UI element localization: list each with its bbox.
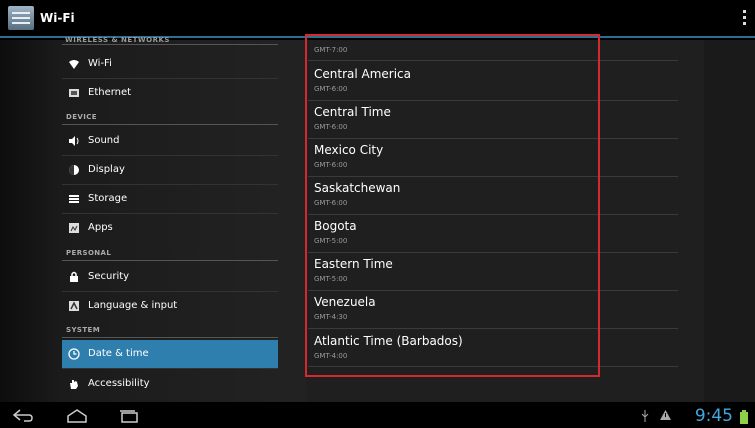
keyboard-icon (68, 300, 80, 312)
usb-icon (640, 410, 650, 425)
highlight-box (305, 34, 600, 377)
sidebar-item-label: Date & time (88, 348, 149, 359)
action-bar-title: Wi-Fi (40, 11, 75, 25)
sidebar-item-wifi[interactable]: Wi-Fi (62, 50, 278, 78)
sidebar-item-label: Apps (88, 222, 113, 233)
sidebar-item-label: Security (88, 271, 130, 282)
section-header-device: DEVICE (66, 113, 97, 121)
sidebar-item-label: Display (88, 164, 125, 175)
wifi-icon (68, 58, 80, 70)
sidebar-item-label: Accessibility (88, 378, 150, 389)
storage-icon (68, 193, 80, 205)
divider (62, 368, 278, 369)
sidebar-item-language[interactable]: Language & input (62, 292, 278, 320)
speaker-icon (68, 135, 80, 147)
back-icon[interactable] (12, 408, 33, 422)
divider (62, 44, 278, 45)
sidebar-item-storage[interactable]: Storage (62, 185, 278, 213)
brightness-icon (68, 164, 80, 176)
clock-icon (68, 348, 80, 360)
sidebar-item-label: Wi-Fi (88, 58, 112, 69)
ethernet-icon (68, 87, 80, 99)
sidebar-item-sound[interactable]: Sound (62, 127, 278, 155)
sidebar-item-date-time[interactable]: Date & time (62, 340, 278, 368)
battery-icon (740, 410, 748, 427)
settings-icon[interactable] (8, 6, 34, 30)
section-header-personal: PERSONAL (66, 249, 112, 257)
sidebar-item-accessibility[interactable]: Accessibility (62, 370, 278, 398)
action-bar: Wi-Fi (0, 0, 755, 38)
sidebar-item-security[interactable]: Security (62, 263, 278, 291)
section-header-system: SYSTEM (66, 326, 101, 334)
lock-icon (68, 271, 80, 283)
warning-icon (660, 410, 671, 424)
sidebar-item-label: Language & input (88, 300, 178, 311)
sidebar-item-label: Ethernet (88, 87, 132, 98)
recent-apps-icon[interactable] (118, 408, 138, 423)
home-icon[interactable] (66, 408, 87, 423)
divider (62, 124, 278, 125)
system-bar: 9:45 (0, 402, 755, 428)
divider (62, 260, 278, 261)
overflow-menu-icon[interactable] (743, 10, 747, 28)
hand-icon (68, 378, 80, 390)
right-gutter (704, 40, 755, 402)
sidebar-item-ethernet[interactable]: Ethernet (62, 79, 278, 107)
apps-icon (68, 222, 80, 234)
sidebar-item-label: Sound (88, 135, 120, 146)
status-clock: 9:45 (694, 406, 733, 426)
section-header-wireless: WIRELESS & NETWORKS (65, 36, 170, 44)
settings-sidebar: WIRELESS & NETWORKS Wi-Fi Ethernet DEVIC… (0, 36, 280, 402)
sidebar-item-apps[interactable]: Apps (62, 214, 278, 242)
divider (62, 337, 278, 338)
sidebar-item-label: Storage (88, 193, 128, 204)
sidebar-item-display[interactable]: Display (62, 156, 278, 184)
